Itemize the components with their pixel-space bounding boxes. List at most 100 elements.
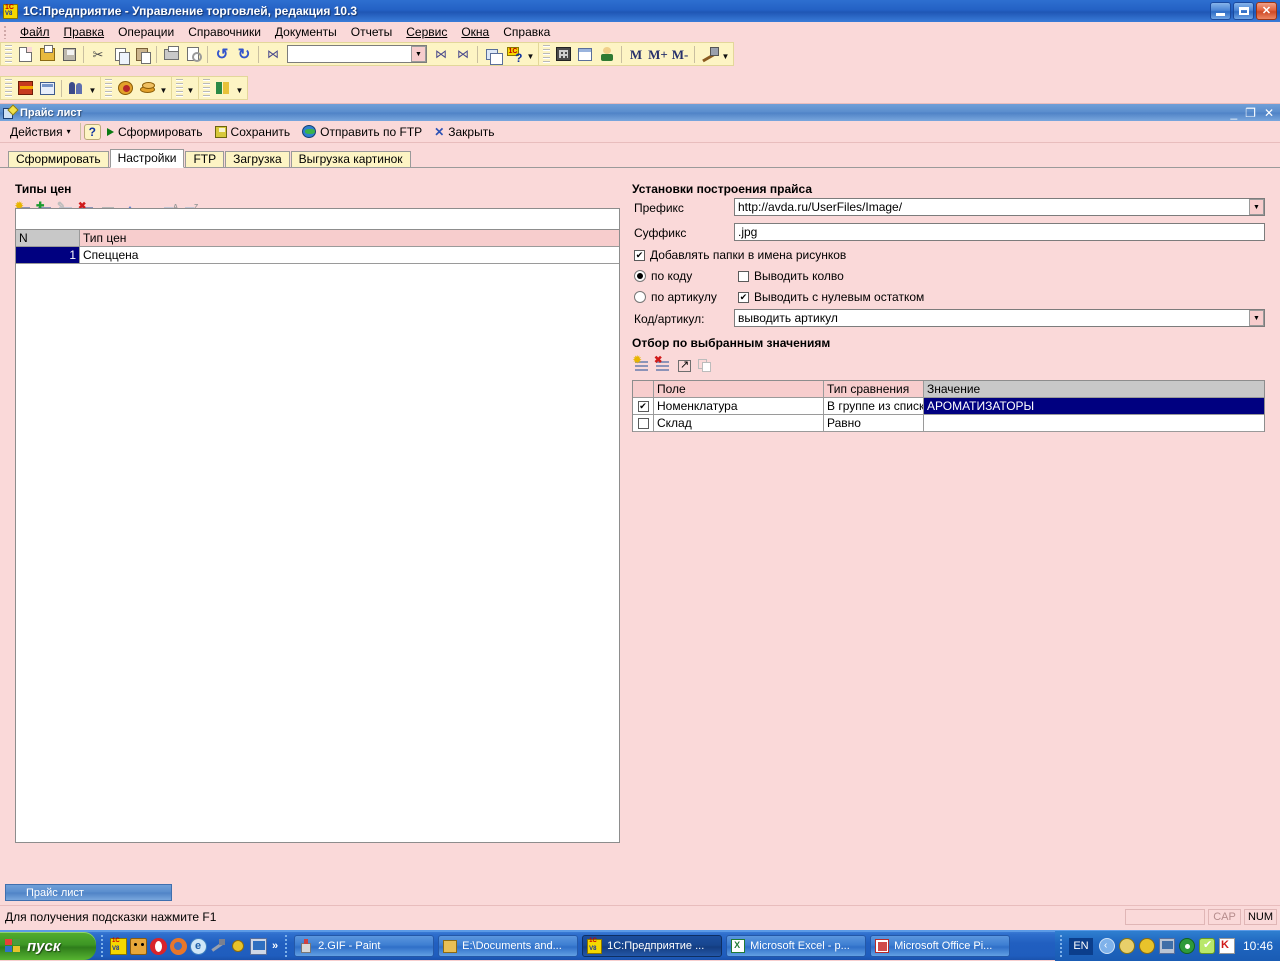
minimize-button[interactable] [1210, 2, 1231, 20]
chevron-down-icon[interactable]: ▼ [411, 46, 426, 62]
cell-n[interactable]: 1 [16, 247, 80, 264]
print-preview-icon[interactable] [182, 44, 204, 64]
find-next-icon[interactable]: ⋈ [430, 44, 452, 64]
show-zero-checkbox[interactable]: ✔ [738, 291, 749, 303]
cell-price-type[interactable]: Спеццена [80, 247, 619, 264]
by-code-radio-row[interactable]: по коду [634, 269, 692, 283]
cell-field[interactable]: Склад [654, 415, 824, 432]
table-row[interactable]: 1 Спеццена [16, 247, 619, 264]
menu-item-reports[interactable]: Отчеты [344, 23, 399, 41]
chevron-down-icon[interactable]: ▼ [720, 44, 731, 64]
filter-row-checkbox-cell[interactable]: ✔ [633, 398, 654, 415]
help-button[interactable]: ? [83, 123, 101, 140]
user-icon[interactable] [596, 44, 618, 64]
menu-item-catalogs[interactable]: Справочники [181, 23, 268, 41]
filter-row-checkbox-cell[interactable] [633, 415, 654, 432]
cell-comparison[interactable]: В группе из списка [824, 398, 924, 415]
menu-item-operations[interactable]: Операции [111, 23, 181, 41]
table-row[interactable]: ✔ Номенклатура В группе из списка АРОМАТ… [633, 398, 1264, 415]
clock-icon[interactable] [1118, 938, 1135, 954]
save-button[interactable]: Сохранить [209, 124, 297, 140]
taskbar-grip-icon[interactable] [99, 935, 107, 957]
child-minimize-button[interactable]: _ [1230, 107, 1237, 119]
send-ftp-button[interactable]: Отправить по FTP [296, 124, 428, 140]
child-restore-button[interactable]: ❐ [1245, 107, 1256, 119]
net-icon[interactable] [1138, 938, 1155, 954]
toolbar-grip-icon[interactable] [5, 79, 12, 97]
reports-icon[interactable] [36, 78, 58, 98]
by-code-radio[interactable] [634, 270, 646, 282]
redo-icon[interactable]: ↻ [233, 44, 255, 64]
actions-menu-button[interactable]: Действия ▾ [4, 124, 77, 140]
language-indicator[interactable]: EN [1068, 937, 1093, 955]
counterparties-icon[interactable] [65, 78, 87, 98]
by-article-radio[interactable] [634, 291, 646, 303]
quick-launch-overflow-icon[interactable]: » [272, 940, 278, 952]
target-icon[interactable] [1178, 938, 1195, 954]
taskbar-button-1c[interactable]: 1C V8 1С:Предприятие ... [582, 935, 723, 957]
chevron-down-icon[interactable]: ▼ [525, 44, 536, 64]
tab-generate[interactable]: Сформировать [8, 151, 109, 168]
column-header-value[interactable]: Значение [924, 381, 1264, 398]
calendar-icon[interactable] [574, 44, 596, 64]
menu-item-documents[interactable]: Документы [268, 23, 344, 41]
monitor-icon[interactable] [1158, 938, 1175, 954]
find-prev-icon[interactable]: ⋈ [452, 44, 474, 64]
memory-button-m-minus[interactable]: M- [669, 44, 691, 64]
cell-value[interactable] [924, 415, 1264, 432]
add-folders-checkbox-row[interactable]: ✔ Добавлять папки в имена рисунков [634, 248, 846, 262]
search-input[interactable]: ▼ [287, 45, 427, 63]
toolbar-grip-icon[interactable] [176, 79, 183, 97]
chevron-down-icon[interactable]: ▼ [185, 78, 196, 98]
find-icon[interactable]: ⋈ [262, 44, 284, 64]
table-row[interactable]: Склад Равно [633, 415, 1264, 432]
menu-item-help[interactable]: Справка [496, 23, 557, 41]
close-form-button[interactable]: ✕ Закрыть [428, 124, 500, 140]
maximize-button[interactable] [1233, 2, 1254, 20]
memory-button-m[interactable]: M [625, 44, 647, 64]
chevron-down-icon[interactable]: ▼ [158, 78, 169, 98]
window-list-item-price-list[interactable]: Прайс лист [5, 884, 172, 901]
edit-filter-icon[interactable]: ↗ [676, 358, 694, 374]
cell-value[interactable]: АРОМАТИЗАТОРЫ [924, 398, 1264, 415]
tray-clock[interactable]: 10:46 [1243, 939, 1273, 953]
price-types-grid[interactable]: N Тип цен 1 Спеццена [15, 229, 620, 264]
tool-icon[interactable] [210, 938, 227, 955]
column-header-n[interactable]: N [16, 230, 80, 247]
column-header-price-type[interactable]: Тип цен [80, 230, 619, 247]
desktop-icon[interactable] [250, 937, 267, 955]
tools-icon[interactable] [698, 44, 720, 64]
shield-check-icon[interactable]: ✔ [1198, 938, 1215, 954]
kaspersky-icon[interactable]: K [1218, 938, 1235, 954]
close-button[interactable]: ✕ [1256, 2, 1277, 20]
cell-comparison[interactable]: Равно [824, 415, 924, 432]
toolbar-grip-icon[interactable] [5, 45, 12, 63]
help-1c-icon[interactable] [503, 44, 525, 64]
code-article-select[interactable]: выводить артикул ▼ [734, 309, 1265, 327]
show-qty-checkbox-row[interactable]: Выводить колво [738, 269, 844, 283]
menu-grip-icon[interactable] [3, 25, 9, 39]
catalogs-icon[interactable] [14, 78, 36, 98]
generate-button[interactable]: Сформировать [101, 124, 209, 140]
column-header-check[interactable] [633, 381, 654, 398]
firefox-icon[interactable] [170, 937, 187, 955]
column-header-field[interactable]: Поле [654, 381, 824, 398]
tab-settings[interactable]: Настройки [109, 149, 185, 168]
tab-ftp[interactable]: FTP [185, 151, 225, 168]
delete-filter-icon[interactable]: ✖ [654, 356, 673, 374]
cash-icon[interactable] [114, 78, 136, 98]
taskbar-button-paint[interactable]: 2.GIF - Paint [294, 935, 435, 957]
by-article-radio-row[interactable]: по артикулу [634, 290, 717, 304]
opera-icon[interactable] [150, 937, 167, 955]
show-zero-checkbox-row[interactable]: ✔ Выводить с нулевым остатком [738, 290, 924, 304]
new-document-icon[interactable] [14, 44, 36, 64]
add-filter-icon[interactable]: ✹ [633, 356, 652, 374]
window-list-icon[interactable] [481, 44, 503, 65]
chevron-down-icon[interactable]: ▼ [1249, 310, 1264, 326]
tomato-face-icon[interactable] [130, 937, 147, 955]
copy-filter-icon[interactable] [697, 358, 715, 374]
exchange-icon[interactable] [212, 78, 234, 98]
toolbar-grip-icon[interactable] [105, 79, 112, 97]
paste-icon[interactable] [131, 44, 153, 64]
tab-export-images[interactable]: Выгрузка картинок [290, 151, 411, 168]
